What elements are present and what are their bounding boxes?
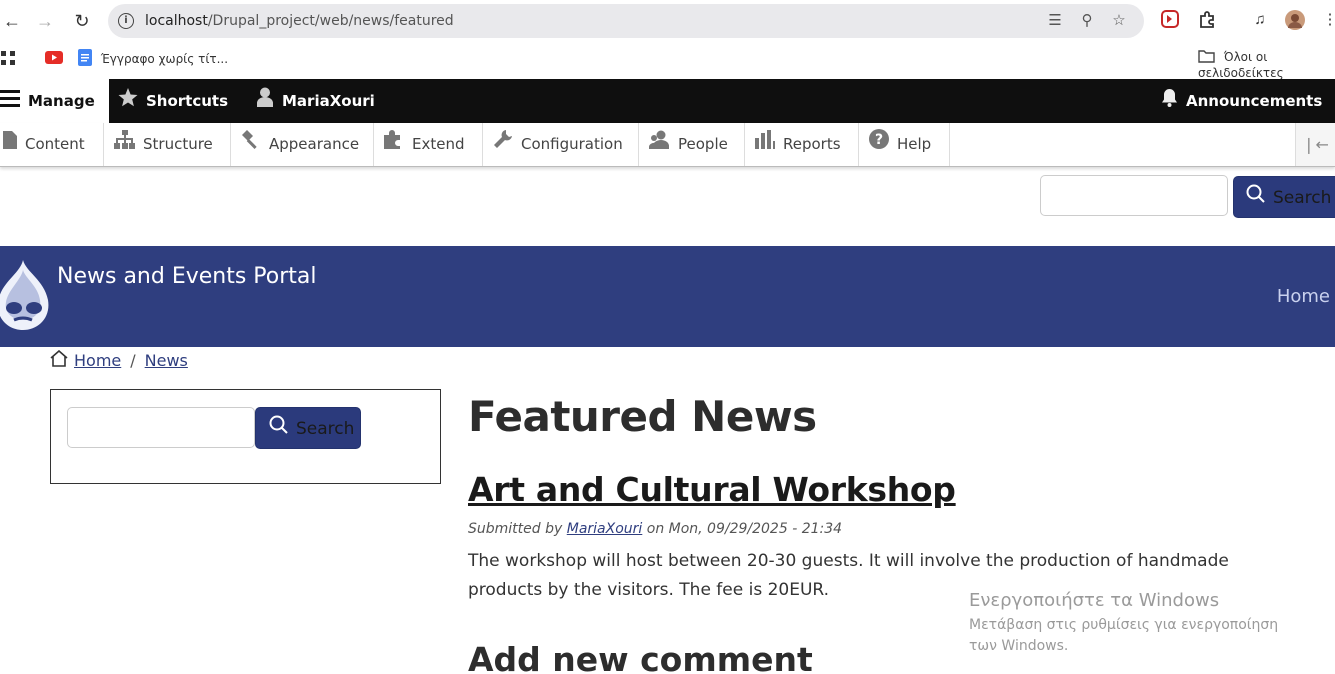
user-tab[interactable]: MariaXouri: [256, 79, 375, 123]
user-icon: [256, 80, 274, 124]
file-icon: [3, 123, 17, 166]
paint-roller-icon: [241, 123, 261, 166]
bar-chart-icon: [755, 123, 775, 166]
tray-item-configuration[interactable]: Configuration: [483, 123, 639, 166]
announcements-tab[interactable]: Announcements: [1161, 79, 1322, 123]
watermark-subtitle: Μετάβαση στις ρυθμίσεις για ενεργοποίηση…: [969, 617, 1279, 654]
zoom-icon[interactable]: ⚲: [1078, 12, 1096, 30]
sitemap-icon: [114, 123, 135, 166]
manage-tab[interactable]: Manage: [0, 79, 109, 123]
add-comment-heading: Add new comment: [468, 640, 813, 674]
article-submitted-info: Submitted by MariaXouri on Mon, 09/29/20…: [468, 521, 843, 537]
sidebar-search-input[interactable]: [67, 407, 255, 448]
translate-icon[interactable]: ☰: [1046, 12, 1064, 30]
watermark-title: Ενεργοποιήστε τα Windows: [969, 590, 1220, 611]
tray-item-people[interactable]: People: [639, 123, 745, 166]
all-bookmarks-item[interactable]: Όλοι οι σελιδοδείκτες: [1198, 49, 1335, 80]
site-header: News and Events Portal Home: [0, 246, 1335, 347]
site-name[interactable]: News and Events Portal: [57, 264, 317, 289]
star-icon: [118, 80, 138, 124]
extensions-puzzle-icon[interactable]: [1197, 10, 1217, 30]
main-nav-home-link[interactable]: Home: [1277, 286, 1330, 307]
sidebar-search-button[interactable]: Search: [255, 407, 361, 449]
browser-menu-icon[interactable]: ⋮: [1320, 10, 1335, 30]
shortcuts-tab[interactable]: Shortcuts: [118, 79, 228, 123]
tray-item-reports[interactable]: Reports: [745, 123, 859, 166]
apps-grid-icon[interactable]: [0, 50, 16, 69]
help-icon: ?: [869, 123, 889, 166]
wrench-icon: [493, 123, 513, 166]
svg-text:?: ?: [875, 132, 883, 148]
page-title: Featured News: [468, 392, 817, 441]
tray-item-appearance[interactable]: Appearance: [231, 123, 374, 166]
article-title-link[interactable]: Art and Cultural Workshop: [468, 470, 956, 509]
people-icon: [648, 123, 670, 166]
media-playlist-icon[interactable]: ♫: [1250, 10, 1270, 30]
forward-icon[interactable]: →: [33, 9, 57, 33]
youtube-icon[interactable]: [45, 51, 63, 67]
header-search-input[interactable]: [1040, 175, 1228, 216]
tray-item-help[interactable]: ? Help: [859, 123, 950, 166]
admin-toolbar-tray: Content Structure Appearance Extend Conf…: [0, 123, 1335, 167]
address-bar[interactable]: i localhost/Drupal_project/web/news/feat…: [108, 4, 1144, 38]
reload-icon[interactable]: ↻: [70, 9, 94, 33]
breadcrumb-news-link[interactable]: News: [145, 351, 188, 370]
hamburger-icon: [0, 80, 20, 124]
breadcrumb-separator: /: [130, 351, 136, 370]
author-link[interactable]: MariaXouri: [567, 521, 643, 537]
back-icon[interactable]: ←: [0, 9, 24, 33]
bookmark-star-icon[interactable]: ☆: [1110, 12, 1128, 30]
windows-activation-watermark: Ενεργοποιήστε τα Windows Μετάβαση στις ρ…: [969, 590, 1309, 657]
bell-icon: [1161, 80, 1178, 124]
bookmarks-bar: Έγγραφο χωρίς τίτ... Όλοι οι σελιδοδείκτ…: [0, 42, 1335, 80]
google-docs-icon: [78, 49, 92, 69]
breadcrumb: Home / News: [50, 349, 188, 371]
folder-icon: [1198, 49, 1215, 66]
tray-item-structure[interactable]: Structure: [104, 123, 231, 166]
tray-item-content[interactable]: Content: [0, 123, 104, 166]
home-icon: [50, 349, 68, 371]
collapse-toolbar-icon[interactable]: ❘←: [1295, 123, 1335, 166]
breadcrumb-home-link[interactable]: Home: [74, 351, 121, 370]
header-search-button[interactable]: Search: [1233, 176, 1335, 218]
tray-item-extend[interactable]: Extend: [374, 123, 483, 166]
sidebar-search-block: Search: [50, 389, 441, 484]
search-icon: [1246, 177, 1265, 219]
extension-red-icon[interactable]: [1160, 10, 1180, 30]
browser-toolbar: ← → ↻ i localhost/Drupal_project/web/new…: [0, 0, 1335, 42]
site-info-icon[interactable]: i: [118, 13, 134, 29]
profile-avatar[interactable]: [1285, 10, 1305, 30]
bookmark-doc-item[interactable]: Έγγραφο χωρίς τίτ...: [78, 49, 228, 69]
drupal-logo[interactable]: [0, 258, 52, 332]
search-icon: [269, 408, 288, 450]
puzzle-icon: [384, 123, 404, 166]
url-text[interactable]: localhost/Drupal_project/web/news/featur…: [145, 13, 454, 29]
admin-toolbar: Manage Shortcuts MariaXouri Announcement…: [0, 79, 1335, 123]
